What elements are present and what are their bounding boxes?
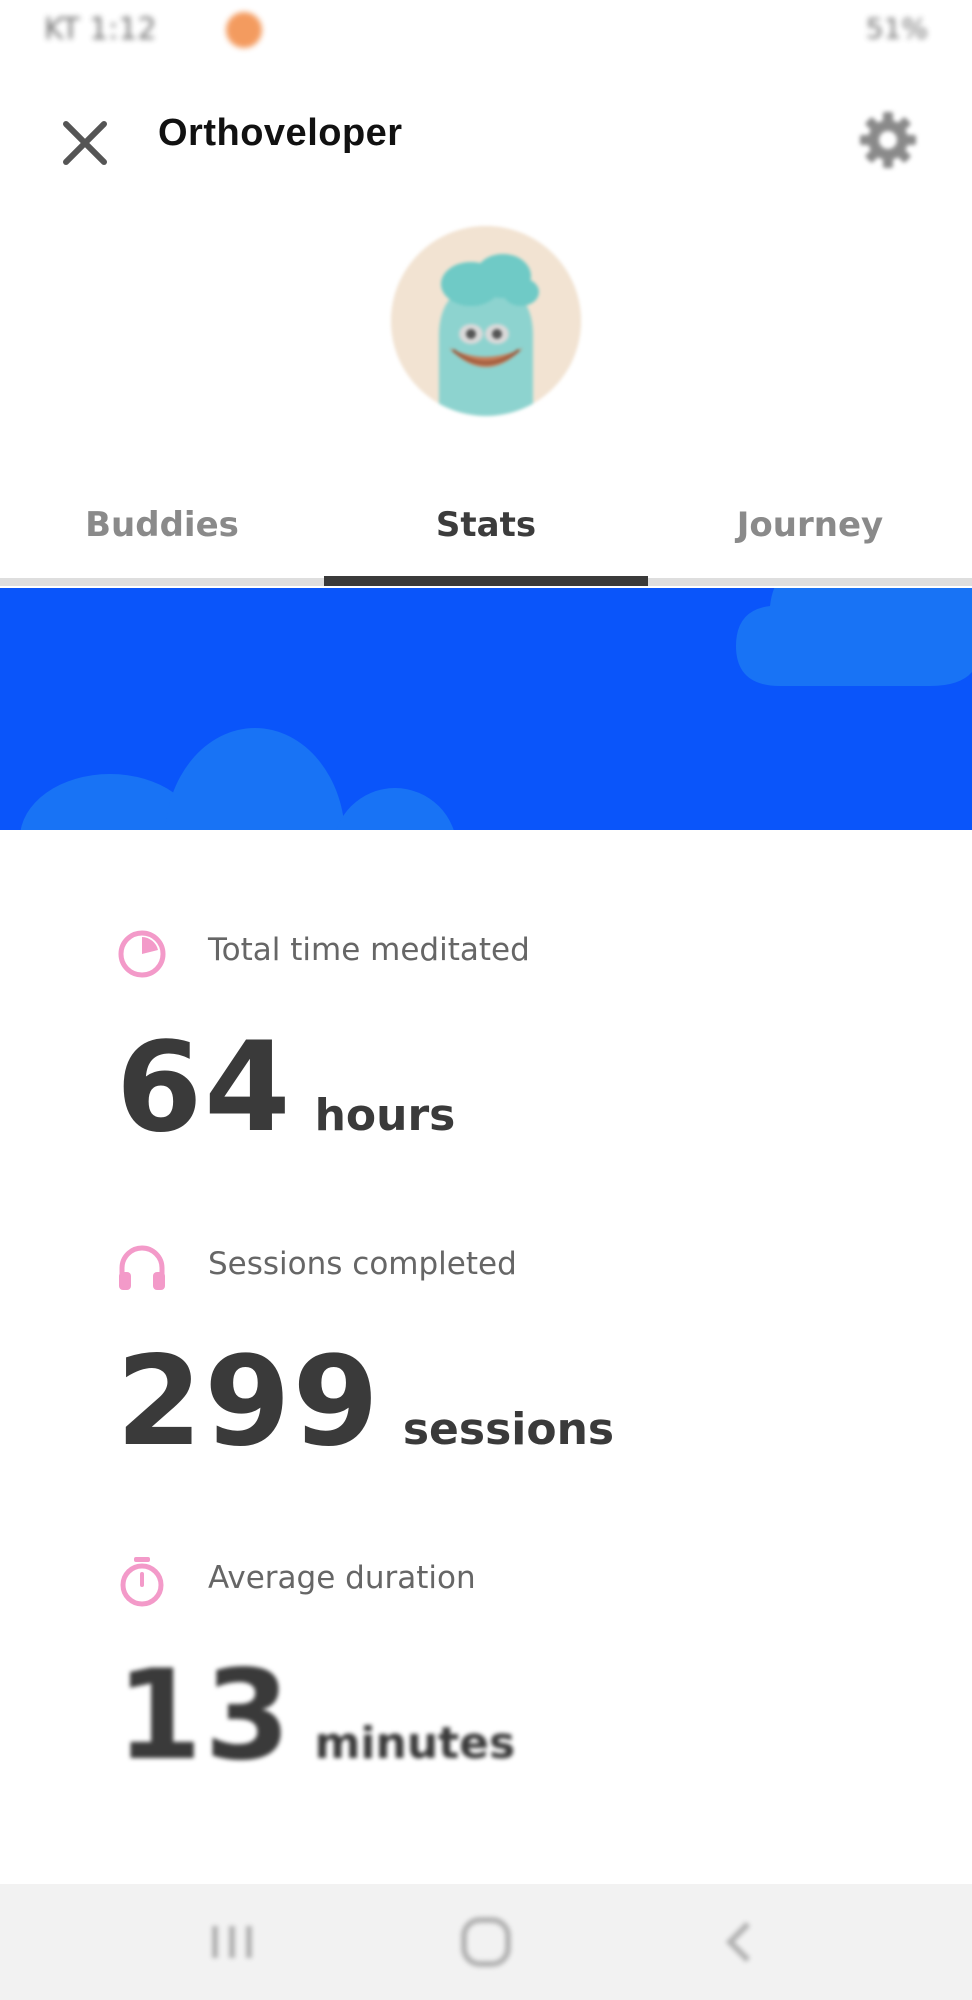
stat-unit: minutes	[314, 1718, 516, 1769]
stat-unit: sessions	[402, 1404, 615, 1455]
cloud-illustration	[20, 588, 972, 830]
avatar[interactable]	[391, 226, 581, 416]
stat-label: Average duration	[208, 1560, 476, 1596]
back-icon	[725, 1921, 751, 1963]
avatar-character-icon	[391, 226, 581, 416]
stopwatch-icon	[120, 1557, 164, 1607]
stat-value-row: 64 hours	[116, 1016, 455, 1160]
tab-journey[interactable]: Journey	[648, 470, 972, 580]
stat-unit: hours	[314, 1090, 456, 1141]
battery-percentage: 51%	[865, 12, 928, 45]
settings-button[interactable]	[856, 108, 920, 172]
stat-value: 13	[116, 1644, 293, 1788]
profile-tabs: Buddies Stats Journey	[0, 470, 972, 588]
stats-banner	[0, 588, 972, 830]
stat-label: Total time meditated	[208, 932, 530, 968]
stat-value: 299	[116, 1330, 381, 1474]
home-icon	[461, 1917, 511, 1967]
active-tab-indicator	[324, 576, 648, 586]
notification-dot-icon	[226, 12, 262, 48]
stat-label: Sessions completed	[208, 1246, 517, 1282]
home-button[interactable]	[456, 1914, 516, 1970]
system-nav-bar	[0, 1884, 972, 2000]
pie-clock-icon	[118, 930, 166, 978]
recents-button[interactable]	[202, 1914, 262, 1970]
status-time: KT 1:12	[44, 12, 157, 47]
status-bar: KT 1:12 51%	[0, 0, 972, 56]
app-screen: KT 1:12 51% Orthoveloper Buddies Stats J…	[0, 0, 972, 2000]
recents-icon	[212, 1926, 252, 1958]
headphones-icon	[119, 1245, 165, 1290]
gear-icon	[860, 112, 916, 168]
stat-value: 64	[116, 1016, 293, 1160]
stat-value-row: 299 sessions	[116, 1330, 614, 1474]
profile-header: Orthoveloper	[0, 80, 972, 200]
stat-value-row: 13 minutes	[116, 1644, 515, 1788]
tab-buddies[interactable]: Buddies	[0, 470, 324, 580]
back-button[interactable]	[710, 1914, 770, 1970]
profile-name: Orthoveloper	[158, 112, 403, 154]
tab-stats[interactable]: Stats	[324, 470, 648, 580]
close-button[interactable]	[52, 110, 118, 176]
close-icon	[63, 121, 107, 165]
